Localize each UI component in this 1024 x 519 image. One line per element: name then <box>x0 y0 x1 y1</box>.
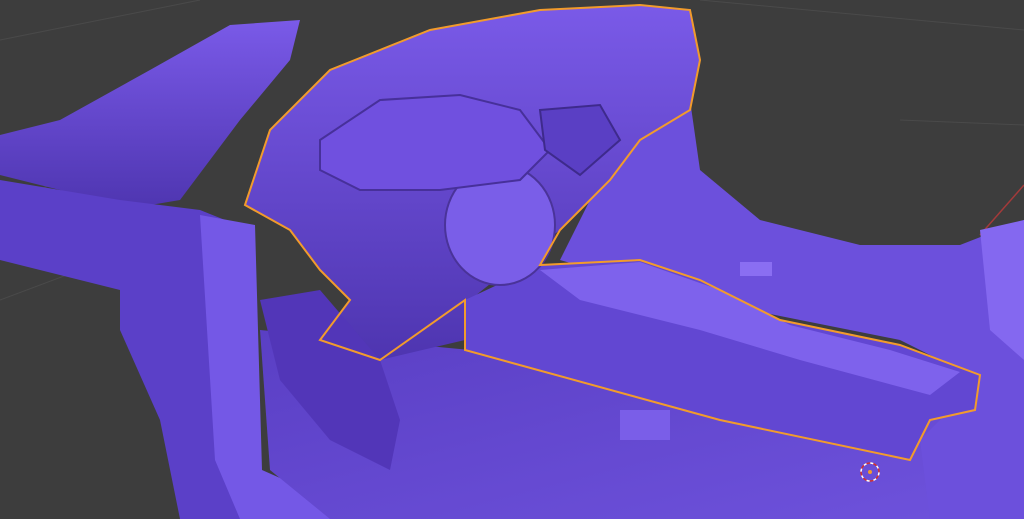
viewport-canvas[interactable] <box>0 0 1024 519</box>
3d-viewport[interactable] <box>0 0 1024 519</box>
model-seat-tab <box>740 262 772 276</box>
model-floor-tab <box>620 410 670 440</box>
